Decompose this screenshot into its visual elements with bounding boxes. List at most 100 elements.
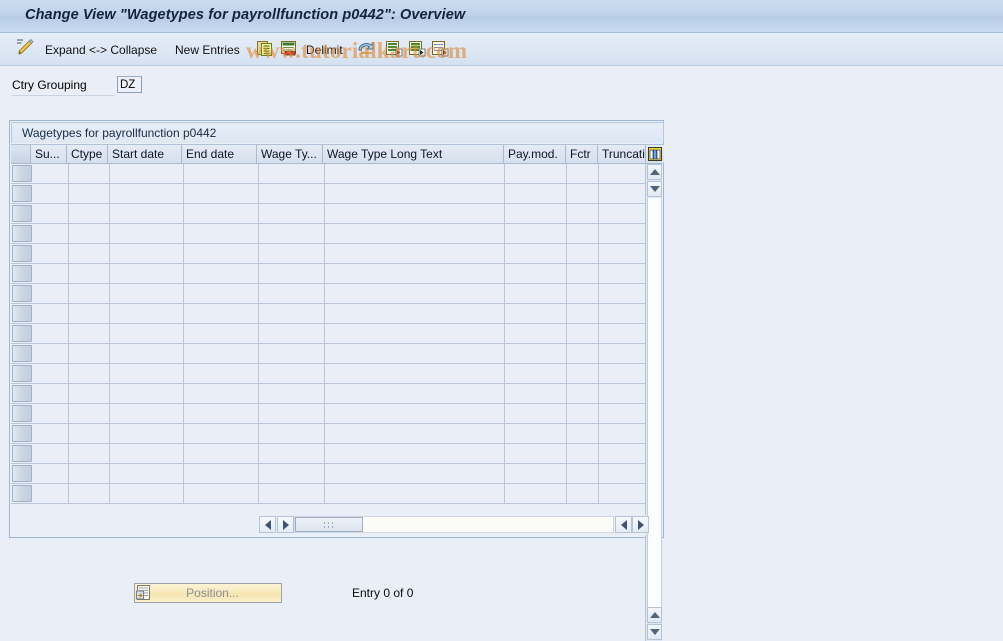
cell-pay_mod[interactable]: [505, 424, 568, 443]
cell-subtype[interactable]: [32, 304, 69, 323]
cell-end_date[interactable]: [183, 264, 259, 283]
cell-start_date[interactable]: [109, 184, 184, 203]
cell-truncation[interactable]: [599, 384, 647, 403]
cell-wage_type[interactable]: [258, 464, 325, 483]
toolbar-expand-collapse-button[interactable]: Expand <-> Collapse: [45, 33, 157, 66]
cell-truncation[interactable]: [599, 244, 647, 263]
cell-ctype[interactable]: [68, 344, 110, 363]
cell-pay_mod[interactable]: [505, 444, 568, 463]
cell-subtype[interactable]: [32, 164, 69, 183]
cell-subtype[interactable]: [32, 384, 69, 403]
cell-subtype[interactable]: [32, 364, 69, 383]
row-selector-cell[interactable]: [12, 165, 32, 182]
cell-fctr[interactable]: [567, 264, 600, 283]
cell-wage_type[interactable]: [258, 404, 325, 423]
cell-truncation[interactable]: [599, 464, 647, 483]
row-selector-cell[interactable]: [12, 345, 32, 362]
table-row[interactable]: [11, 484, 647, 504]
toolbar-select-block-button[interactable]: [408, 33, 426, 66]
cell-ctype[interactable]: [68, 364, 110, 383]
cell-start_date[interactable]: [109, 444, 184, 463]
cell-fctr[interactable]: [567, 164, 600, 183]
grid-header-selector[interactable]: [11, 145, 31, 163]
row-selector-cell[interactable]: [12, 205, 32, 222]
cell-end_date[interactable]: [183, 284, 259, 303]
cell-truncation[interactable]: [599, 404, 647, 423]
cell-ctype[interactable]: [68, 184, 110, 203]
cell-ctype[interactable]: [68, 264, 110, 283]
scroll-down-button[interactable]: [647, 181, 662, 197]
cell-subtype[interactable]: [32, 264, 69, 283]
scroll-far-right-button[interactable]: [632, 516, 649, 533]
cell-end_date[interactable]: [183, 464, 259, 483]
table-row[interactable]: [11, 184, 647, 204]
scroll-page-up-button[interactable]: [647, 607, 662, 623]
grid-vertical-scrollbar[interactable]: [645, 164, 662, 641]
cell-start_date[interactable]: [109, 424, 184, 443]
table-row[interactable]: [11, 424, 647, 444]
grid-header-start-date[interactable]: Start date: [108, 145, 182, 163]
cell-end_date[interactable]: [183, 324, 259, 343]
cell-subtype[interactable]: [32, 184, 69, 203]
cell-ctype[interactable]: [68, 284, 110, 303]
row-selector-cell[interactable]: [12, 405, 32, 422]
cell-fctr[interactable]: [567, 224, 600, 243]
cell-wage_type[interactable]: [258, 304, 325, 323]
cell-start_date[interactable]: [109, 304, 184, 323]
scroll-page-down-button[interactable]: [647, 624, 662, 640]
cell-ctype[interactable]: [68, 164, 110, 183]
cell-wage_type_long_text[interactable]: [324, 384, 506, 403]
cell-pay_mod[interactable]: [505, 224, 568, 243]
cell-pay_mod[interactable]: [505, 344, 568, 363]
cell-ctype[interactable]: [68, 204, 110, 223]
cell-start_date[interactable]: [109, 204, 184, 223]
horizontal-scroll-track[interactable]: [294, 516, 614, 533]
cell-wage_type_long_text[interactable]: [324, 444, 506, 463]
position-button[interactable]: Position...: [134, 583, 282, 603]
table-row[interactable]: [11, 324, 647, 344]
table-row[interactable]: [11, 164, 647, 184]
cell-end_date[interactable]: [183, 164, 259, 183]
cell-pay_mod[interactable]: [505, 364, 568, 383]
table-row[interactable]: [11, 364, 647, 384]
table-settings-icon[interactable]: [646, 145, 664, 163]
cell-wage_type_long_text[interactable]: [324, 424, 506, 443]
cell-fctr[interactable]: [567, 304, 600, 323]
cell-subtype[interactable]: [32, 244, 69, 263]
cell-wage_type_long_text[interactable]: [324, 484, 506, 503]
scroll-far-left-button[interactable]: [615, 516, 632, 533]
table-row[interactable]: [11, 304, 647, 324]
table-row[interactable]: [11, 204, 647, 224]
cell-fctr[interactable]: [567, 364, 600, 383]
cell-fctr[interactable]: [567, 324, 600, 343]
cell-subtype[interactable]: [32, 484, 69, 503]
cell-subtype[interactable]: [32, 424, 69, 443]
cell-truncation[interactable]: [599, 344, 647, 363]
cell-end_date[interactable]: [183, 304, 259, 323]
cell-ctype[interactable]: [68, 304, 110, 323]
cell-wage_type[interactable]: [258, 324, 325, 343]
cell-fctr[interactable]: [567, 284, 600, 303]
cell-subtype[interactable]: [32, 204, 69, 223]
row-selector-cell[interactable]: [12, 485, 32, 502]
table-row[interactable]: [11, 224, 647, 244]
cell-ctype[interactable]: [68, 444, 110, 463]
cell-start_date[interactable]: [109, 404, 184, 423]
horizontal-scroll-thumb[interactable]: [295, 517, 363, 532]
cell-end_date[interactable]: [183, 424, 259, 443]
row-selector-cell[interactable]: [12, 245, 32, 262]
cell-truncation[interactable]: [599, 484, 647, 503]
cell-wage_type[interactable]: [258, 344, 325, 363]
cell-fctr[interactable]: [567, 184, 600, 203]
toolbar-copy-as-button[interactable]: [257, 33, 275, 66]
cell-truncation[interactable]: [599, 424, 647, 443]
cell-truncation[interactable]: [599, 264, 647, 283]
table-row[interactable]: [11, 404, 647, 424]
cell-wage_type_long_text[interactable]: [324, 164, 506, 183]
grid-header-end-date[interactable]: End date: [182, 145, 257, 163]
cell-wage_type[interactable]: [258, 284, 325, 303]
cell-wage_type[interactable]: [258, 164, 325, 183]
table-row[interactable]: [11, 244, 647, 264]
cell-pay_mod[interactable]: [505, 284, 568, 303]
toolbar-deselect-all-button[interactable]: [431, 33, 449, 66]
